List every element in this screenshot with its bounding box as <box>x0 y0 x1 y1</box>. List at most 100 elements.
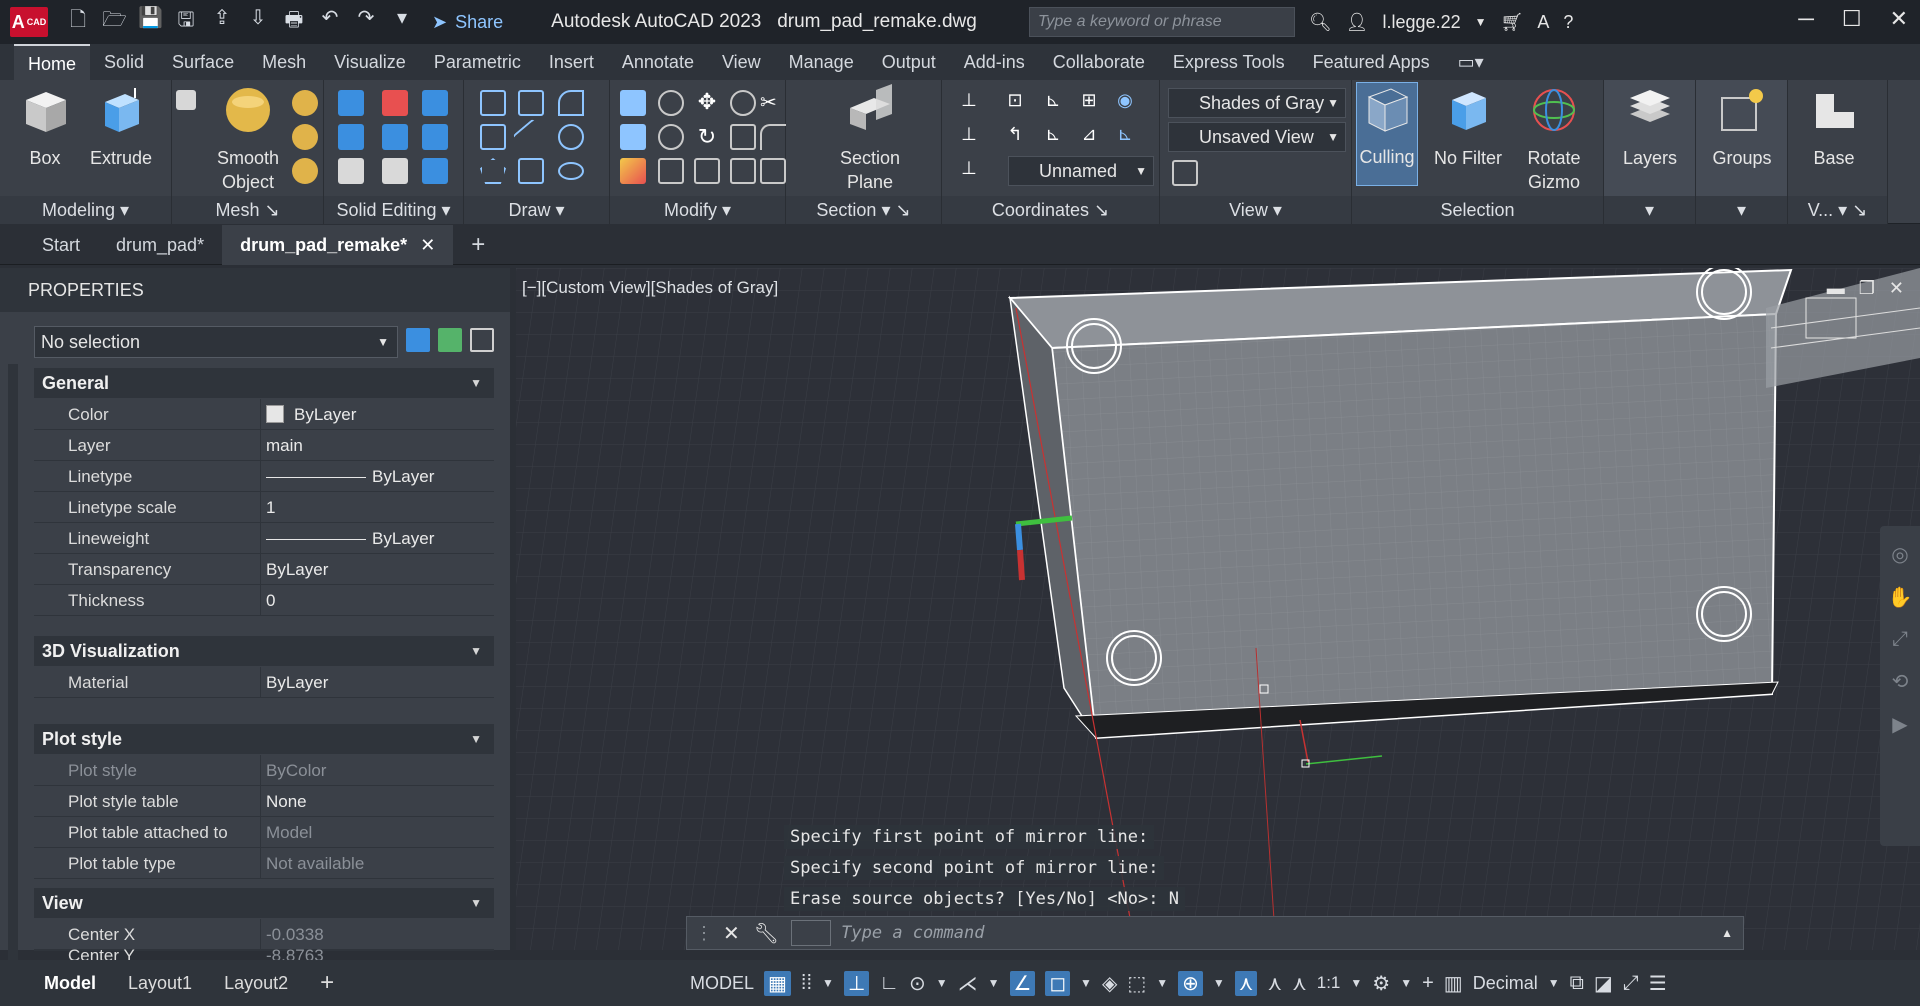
ucs-icon[interactable]: ⊥ <box>956 90 982 116</box>
tab-drum-pad-remake[interactable]: drum_pad_remake* ✕ <box>222 224 454 265</box>
autocad-logo[interactable]: A CAD <box>10 7 48 37</box>
ribbon-options-icon[interactable]: ▭▾ <box>1444 44 1498 80</box>
search-input[interactable]: Type a keyword or phrase <box>1028 7 1295 37</box>
ucs-object-icon[interactable]: ⊥ <box>956 158 982 184</box>
orbit-icon[interactable]: ⟲ <box>1892 669 1909 694</box>
tab-layout2[interactable]: Layout2 <box>208 973 304 994</box>
units-icon[interactable]: ▥ <box>1444 971 1463 996</box>
smooth-more-icon[interactable] <box>292 90 318 116</box>
prop-row-plot-style-table[interactable]: Plot style table None <box>34 786 494 817</box>
move-icon[interactable]: ✥ <box>694 90 720 116</box>
viewport-controls-label[interactable]: [−][Custom View][Shades of Gray] <box>522 278 778 298</box>
offset-icon[interactable] <box>730 158 756 184</box>
section-3d-visualization[interactable]: 3D Visualization ▼ <box>34 636 494 666</box>
3d-array-icon[interactable] <box>658 90 684 116</box>
tab-start[interactable]: Start <box>24 225 98 265</box>
visual-style-dropdown[interactable]: Shades of Gray ▼ <box>1168 88 1346 118</box>
polar-icon[interactable]: ⊙ <box>909 971 926 996</box>
tab-home[interactable]: Home <box>14 44 91 80</box>
section-plot-style[interactable]: Plot style ▼ <box>34 724 494 754</box>
ellipse-icon[interactable] <box>558 162 584 180</box>
units-dropdown[interactable]: Decimal <box>1473 973 1538 994</box>
panel-label-section[interactable]: Section ▾ ↘ <box>786 196 941 224</box>
save-icon[interactable]: 💾 <box>138 5 163 39</box>
3d-mirror-icon[interactable] <box>658 158 684 184</box>
new-icon[interactable]: 🗋 <box>66 5 90 39</box>
smooth-less-icon[interactable] <box>292 124 318 150</box>
prop-row-center-y[interactable]: Center Y -8.8763 <box>34 946 494 965</box>
panel-label-view[interactable]: View ▾ <box>1160 196 1351 224</box>
clean-screen-icon[interactable]: ⤢ <box>1623 972 1639 995</box>
no-filter-button[interactable]: No Filter <box>1428 84 1508 170</box>
graphics-performance-icon[interactable]: ◪ <box>1594 971 1613 996</box>
isodraft-menu-icon[interactable]: ▼ <box>988 976 1000 990</box>
tab-insert[interactable]: Insert <box>535 44 608 80</box>
spline-icon[interactable] <box>480 124 506 150</box>
prop-row-material[interactable]: Material ByLayer <box>34 667 494 698</box>
rotate-gizmo-button[interactable]: Rotate Gizmo <box>1514 84 1594 194</box>
tab-visualize[interactable]: Visualize <box>320 44 420 80</box>
tab-express-tools[interactable]: Express Tools <box>1159 44 1299 80</box>
polysolid-icon[interactable] <box>518 90 544 116</box>
tab-parametric[interactable]: Parametric <box>420 44 535 80</box>
smooth-object-button[interactable]: Smooth Object <box>212 84 284 194</box>
undo-icon[interactable]: ↶ <box>318 5 342 39</box>
scale-icon[interactable] <box>730 90 756 116</box>
panel-label-modify[interactable]: Modify ▾ <box>610 196 785 224</box>
culling-button[interactable]: Culling <box>1356 82 1418 186</box>
ucs-origin-icon[interactable]: ⊾ <box>1040 90 1066 116</box>
prop-row-thickness[interactable]: Thickness 0 <box>34 585 494 616</box>
cart-icon[interactable]: 🛒︎ <box>1501 12 1524 33</box>
plot-icon[interactable]: 🖶 <box>282 5 306 39</box>
tab-annotate[interactable]: Annotate <box>608 44 708 80</box>
copy-icon[interactable] <box>694 158 720 184</box>
ucs-z-icon[interactable]: ⊾ <box>1112 124 1138 150</box>
groups-expand-icon[interactable]: ▾ <box>1696 196 1787 224</box>
toggle-pickadd-icon[interactable] <box>406 328 430 352</box>
tab-add-ins[interactable]: Add-ins <box>950 44 1039 80</box>
section-general[interactable]: General ▼ <box>34 368 494 398</box>
settings-gear-icon[interactable]: ⚙ <box>1372 971 1390 996</box>
ucs-3point-icon[interactable]: ⊞ <box>1076 90 1102 116</box>
union-icon[interactable] <box>338 90 364 116</box>
redo-icon[interactable]: ↷ <box>354 5 378 39</box>
extrude-button[interactable]: Extrude <box>86 84 156 170</box>
line-icon[interactable] <box>512 118 550 156</box>
help-icon[interactable]: ? <box>1563 12 1573 33</box>
object-snap-icon[interactable]: ◻ <box>1045 970 1071 996</box>
ortho-icon[interactable]: ∟ <box>879 972 899 995</box>
workspace-icon[interactable]: ⊕ <box>1178 970 1203 996</box>
panel-label-solid-editing[interactable]: Solid Editing ▾ <box>324 196 463 224</box>
viewport-minimize-icon[interactable]: ▬ <box>1827 278 1845 299</box>
snap-menu-icon[interactable]: ▼ <box>822 976 834 990</box>
rotate-icon[interactable]: ↻ <box>694 124 720 150</box>
prop-row-plot-table-type[interactable]: Plot table type Not available <box>34 848 494 879</box>
add-layout-button[interactable]: + <box>304 969 350 997</box>
slice-icon[interactable] <box>382 124 408 150</box>
grid-icon[interactable]: ▦ <box>764 970 791 996</box>
interfere-icon[interactable] <box>338 158 364 184</box>
tab-collaborate[interactable]: Collaborate <box>1039 44 1159 80</box>
panel-groups[interactable]: Groups ▾ <box>1696 80 1788 224</box>
annotation-visibility-icon[interactable]: ⋏ <box>1234 970 1258 996</box>
dynamic-ucs-icon[interactable]: ⬚ <box>1127 971 1146 996</box>
viewport-restore-icon[interactable]: ❐ <box>1859 278 1875 299</box>
polyline-icon[interactable] <box>480 90 506 116</box>
prop-row-layer[interactable]: Layer main <box>34 430 494 461</box>
drawing-viewport[interactable]: [−][Custom View][Shades of Gray] ▬ ❐ ✕ ◎… <box>516 268 1920 950</box>
panel-label-coordinates[interactable]: Coordinates ↘ <box>942 196 1159 224</box>
gear-menu-icon[interactable]: ▼ <box>1400 976 1412 990</box>
ucs-previous-icon[interactable]: ↰ <box>1002 124 1028 150</box>
tab-model[interactable]: Model <box>28 973 112 994</box>
prop-row-transparency[interactable]: Transparency ByLayer <box>34 554 494 585</box>
workspace-menu-icon[interactable]: ▼ <box>1213 976 1225 990</box>
layers-expand-icon[interactable]: ▾ <box>1604 196 1695 224</box>
recent-commands-icon[interactable] <box>791 920 832 946</box>
base-button[interactable]: Base <box>1798 84 1870 170</box>
annotation-scale-icon[interactable]: ⋏ <box>1292 971 1307 996</box>
isodraft-icon[interactable]: ⋌ <box>958 971 978 996</box>
ucs-view-icon[interactable]: ⊡ <box>1002 90 1028 116</box>
tab-output[interactable]: Output <box>868 44 950 80</box>
tab-drum-pad[interactable]: drum_pad* <box>98 225 222 265</box>
named-view-dropdown[interactable]: Unsaved View ▼ <box>1168 122 1346 152</box>
